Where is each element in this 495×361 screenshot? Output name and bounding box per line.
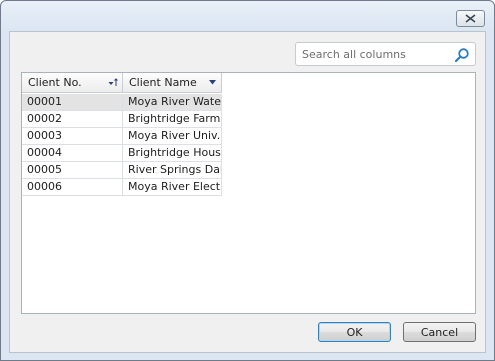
dialog-content: Client No. Client Name 00001 Moya River … bbox=[9, 31, 486, 353]
cell-client-no: 00005 bbox=[22, 162, 123, 179]
cell-client-no: 00004 bbox=[22, 145, 123, 162]
cell-client-no: 00006 bbox=[22, 179, 123, 196]
client-grid[interactable]: Client No. Client Name 00001 Moya River … bbox=[21, 72, 476, 314]
ok-button[interactable]: OK bbox=[318, 322, 391, 342]
column-header-client-name[interactable]: Client Name bbox=[123, 73, 222, 93]
cell-client-name: Moya River Wate... bbox=[123, 94, 222, 111]
search-icon[interactable] bbox=[454, 47, 470, 66]
column-header-client-no[interactable]: Client No. bbox=[22, 73, 123, 93]
cell-client-name: Brightridge Housi... bbox=[123, 145, 222, 162]
search-box[interactable] bbox=[295, 42, 476, 66]
cell-client-no: 00001 bbox=[22, 94, 123, 111]
column-header-label: Client No. bbox=[28, 76, 82, 89]
dialog-window: Client No. Client Name 00001 Moya River … bbox=[0, 0, 495, 361]
cancel-button[interactable]: Cancel bbox=[403, 322, 476, 342]
table-row[interactable]: 00002 Brightridge Farm ... bbox=[22, 111, 222, 128]
table-row[interactable]: 00004 Brightridge Housi... bbox=[22, 145, 222, 162]
cell-client-name: Moya River Univ... bbox=[123, 128, 222, 145]
chevron-down-icon[interactable] bbox=[209, 80, 216, 85]
cell-client-no: 00003 bbox=[22, 128, 123, 145]
column-header-label: Client Name bbox=[129, 76, 197, 89]
table-row[interactable]: 00005 River Springs Dai... bbox=[22, 162, 222, 179]
table-row[interactable]: 00001 Moya River Wate... bbox=[22, 94, 222, 111]
sort-ascending-icon[interactable] bbox=[108, 78, 118, 88]
table-row[interactable]: 00003 Moya River Univ... bbox=[22, 128, 222, 145]
table-row[interactable]: 00006 Moya River Electr... bbox=[22, 179, 222, 196]
title-bar[interactable] bbox=[1, 1, 494, 31]
cell-client-name: River Springs Dai... bbox=[123, 162, 222, 179]
close-button[interactable] bbox=[456, 10, 485, 27]
close-icon bbox=[465, 14, 476, 23]
cell-client-no: 00002 bbox=[22, 111, 123, 128]
search-input[interactable] bbox=[302, 46, 452, 62]
cell-client-name: Moya River Electr... bbox=[123, 179, 222, 196]
cell-client-name: Brightridge Farm ... bbox=[123, 111, 222, 128]
